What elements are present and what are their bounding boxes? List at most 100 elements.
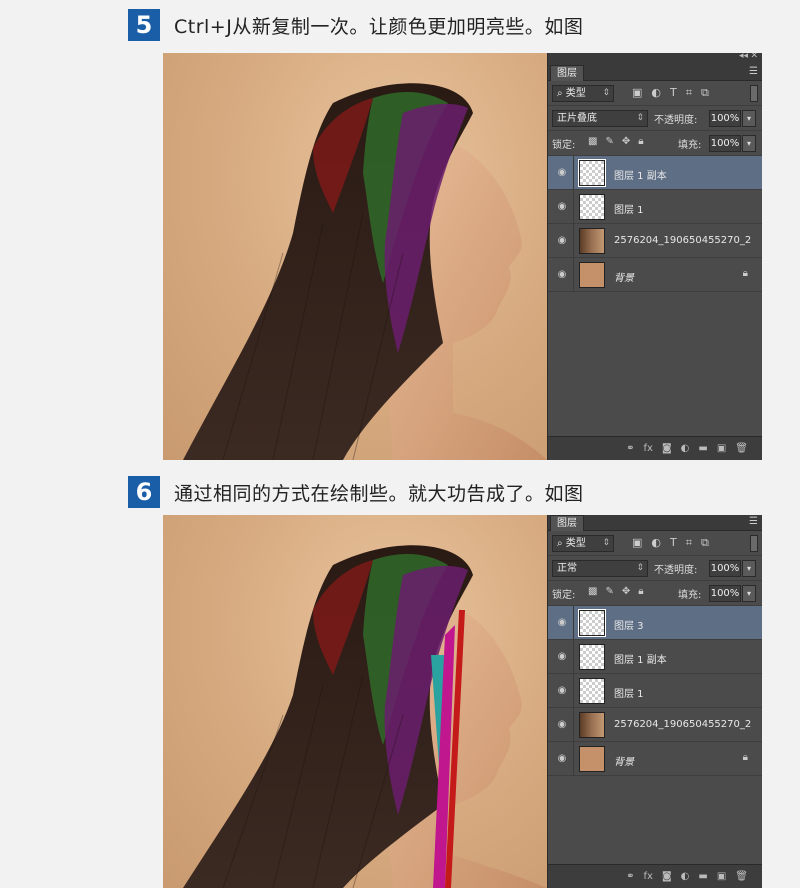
opacity-dropdown[interactable]: ▾ xyxy=(742,110,756,127)
screenshot-step-6: 图层 ☰ ⌕ 类型 ⇕ ▣ ◐ T ⌗ ⧉ 正常 ⇕ 不透明度: 100% ▾ … xyxy=(163,515,762,888)
mask-icon[interactable]: ◙ xyxy=(662,871,672,882)
type-filter-icon[interactable]: T xyxy=(670,536,677,550)
layer-row[interactable]: ◉ 图层 3 xyxy=(548,606,762,640)
lock-icons: ▩ ✎ ✥ 🔒︎ xyxy=(588,136,644,147)
lock-move-icon[interactable]: ✥ xyxy=(622,586,630,597)
filter-kind-select[interactable]: ⌕ 类型 ⇕ xyxy=(552,85,614,102)
layer-row[interactable]: ◉ 背景 🔒︎ xyxy=(548,742,762,776)
fill-field[interactable]: 100% xyxy=(709,135,741,152)
filter-toggle[interactable] xyxy=(750,535,758,552)
search-icon: ⌕ xyxy=(557,538,566,549)
lock-transparency-icon[interactable]: ▩ xyxy=(588,586,597,597)
layer-row[interactable]: ◉ 图层 1 副本 xyxy=(548,156,762,190)
layer-thumbnail xyxy=(579,644,605,670)
panel-footer: ⚭ fx ◙ ◐ ▬ ▣ 🗑︎ xyxy=(548,436,762,460)
chevron-icon: ⇕ xyxy=(636,563,644,573)
eye-icon[interactable]: ◉ xyxy=(556,651,568,663)
folder-icon[interactable]: ▬ xyxy=(698,443,707,454)
filter-kind-select[interactable]: ⌕ 类型 ⇕ xyxy=(552,535,614,552)
woman-hair-image xyxy=(183,83,547,460)
new-layer-icon[interactable]: ▣ xyxy=(717,871,726,882)
blend-row: 正常 ⇕ 不透明度: 100% ▾ xyxy=(548,556,762,581)
lock-label: 锁定: xyxy=(552,590,576,601)
adjustment-filter-icon[interactable]: ◐ xyxy=(651,536,661,550)
fx-icon[interactable]: fx xyxy=(644,871,653,882)
layer-row[interactable]: ◉ 图层 1 xyxy=(548,190,762,224)
layer-row[interactable]: ◉ 2576204_190650455270_2 xyxy=(548,224,762,258)
layer-row[interactable]: ◉ 图层 1 xyxy=(548,674,762,708)
lock-all-icon[interactable]: 🔒︎ xyxy=(638,136,643,147)
type-filter-icon[interactable]: T xyxy=(670,86,677,100)
lock-all-icon[interactable]: 🔒︎ xyxy=(638,586,643,597)
eye-icon[interactable]: ◉ xyxy=(556,167,568,179)
lock-paint-icon[interactable]: ✎ xyxy=(605,136,613,147)
layer-thumbnail xyxy=(578,159,606,187)
panel-titlebar: ◂◂ ✕ xyxy=(548,53,762,65)
eye-icon[interactable]: ◉ xyxy=(556,753,568,765)
adjustment-icon[interactable]: ◐ xyxy=(681,871,690,882)
eye-icon[interactable]: ◉ xyxy=(556,201,568,213)
new-layer-icon[interactable]: ▣ xyxy=(717,443,726,454)
layer-name: 图层 1 xyxy=(614,689,644,700)
tab-layers[interactable]: 图层 xyxy=(550,515,584,531)
panel-menu-icon[interactable]: ☰ xyxy=(749,516,758,527)
panel-menu-icon[interactable]: ☰ xyxy=(749,66,758,77)
eye-icon[interactable]: ◉ xyxy=(556,685,568,697)
lock-icons: ▩ ✎ ✥ 🔒︎ xyxy=(588,586,644,597)
opacity-field[interactable]: 100% xyxy=(709,560,741,577)
eye-icon[interactable]: ◉ xyxy=(556,269,568,281)
eye-icon[interactable]: ◉ xyxy=(556,719,568,731)
image-filter-icon[interactable]: ▣ xyxy=(632,536,642,550)
trash-icon[interactable]: 🗑︎ xyxy=(735,443,748,454)
filter-toggle[interactable] xyxy=(750,85,758,102)
layer-row[interactable]: ◉ 图层 1 副本 xyxy=(548,640,762,674)
smart-object-filter-icon[interactable]: ⧉ xyxy=(701,536,709,550)
layer-row[interactable]: ◉ 背景 🔒︎ xyxy=(548,258,762,292)
layer-thumbnail xyxy=(579,746,605,772)
lock-move-icon[interactable]: ✥ xyxy=(622,136,630,147)
tab-layers[interactable]: 图层 xyxy=(550,65,584,81)
filter-icons: ▣ ◐ T ⌗ ⧉ xyxy=(632,86,709,100)
photo-canvas xyxy=(163,53,547,460)
link-icon[interactable]: ⚭ xyxy=(626,443,634,454)
folder-icon[interactable]: ▬ xyxy=(698,871,707,882)
opacity-label: 不透明度: xyxy=(654,115,698,126)
close-icon[interactable]: ✕ xyxy=(750,53,758,61)
fill-dropdown[interactable]: ▾ xyxy=(742,585,756,602)
layer-name: 图层 1 xyxy=(614,205,644,216)
blend-mode-select[interactable]: 正片叠底 ⇕ xyxy=(552,110,648,127)
trash-icon[interactable]: 🗑︎ xyxy=(735,871,748,882)
step-text: Ctrl+J从新复制一次。让颜色更加明亮些。如图 xyxy=(174,15,584,38)
blend-mode-select[interactable]: 正常 ⇕ xyxy=(552,560,648,577)
link-icon[interactable]: ⚭ xyxy=(626,871,634,882)
search-icon: ⌕ xyxy=(557,88,566,99)
fx-icon[interactable]: fx xyxy=(644,443,653,454)
step-6: 6 通过相同的方式在绘制些。就大功告成了。如图 图层 ☰ ⌕ 类型 ⇕ ▣ ◐ … xyxy=(0,470,800,888)
layer-name: 2576204_190650455270_2 xyxy=(614,235,752,246)
shape-filter-icon[interactable]: ⌗ xyxy=(686,536,692,550)
collapse-icon[interactable]: ◂◂ xyxy=(739,53,748,61)
blend-row: 正片叠底 ⇕ 不透明度: 100% ▾ xyxy=(548,106,762,131)
adjustment-filter-icon[interactable]: ◐ xyxy=(651,86,661,100)
mask-icon[interactable]: ◙ xyxy=(662,443,672,454)
adjustment-icon[interactable]: ◐ xyxy=(681,443,690,454)
fill-field[interactable]: 100% xyxy=(709,585,741,602)
layer-name: 图层 3 xyxy=(614,621,644,632)
step-5-header: 5 Ctrl+J从新复制一次。让颜色更加明亮些。如图 xyxy=(128,9,583,41)
fill-label: 填充: xyxy=(678,140,702,151)
layer-name: 2576204_190650455270_2 xyxy=(614,719,752,730)
fill-dropdown[interactable]: ▾ xyxy=(742,135,756,152)
eye-icon[interactable]: ◉ xyxy=(556,235,568,247)
opacity-field[interactable]: 100% xyxy=(709,110,741,127)
layer-name: 图层 1 副本 xyxy=(614,655,667,666)
layer-row[interactable]: ◉ 2576204_190650455270_2 xyxy=(548,708,762,742)
eye-icon[interactable]: ◉ xyxy=(556,617,568,629)
shape-filter-icon[interactable]: ⌗ xyxy=(686,86,692,100)
opacity-dropdown[interactable]: ▾ xyxy=(742,560,756,577)
lock-transparency-icon[interactable]: ▩ xyxy=(588,136,597,147)
woman-hair-image xyxy=(183,545,547,888)
lock-paint-icon[interactable]: ✎ xyxy=(605,586,613,597)
panel-footer: ⚭ fx ◙ ◐ ▬ ▣ 🗑︎ xyxy=(548,864,762,888)
smart-object-filter-icon[interactable]: ⧉ xyxy=(701,86,709,100)
image-filter-icon[interactable]: ▣ xyxy=(632,86,642,100)
